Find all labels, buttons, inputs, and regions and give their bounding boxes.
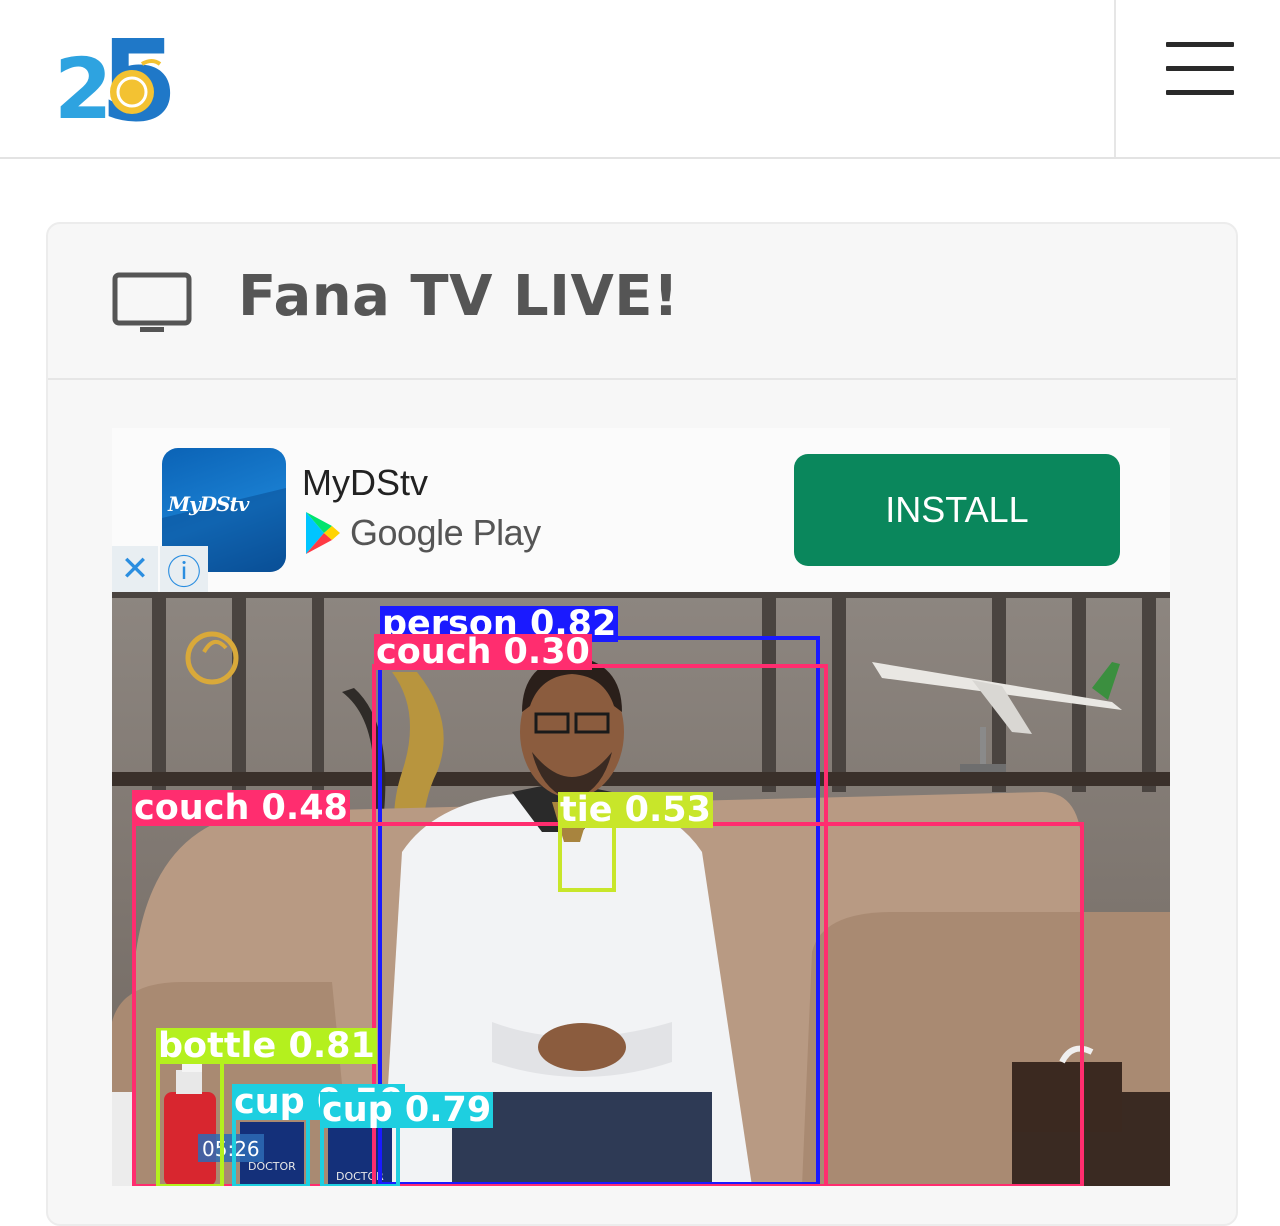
detection-label-cup: cup 0.79 [320, 1090, 494, 1130]
detection-label-tie: tie 0.53 [558, 790, 714, 830]
detection-label-bottle: bottle 0.81 [156, 1026, 377, 1066]
header-divider [1114, 0, 1116, 157]
detection-label-couch: couch 0.48 [132, 788, 350, 828]
hamburger-menu-icon[interactable] [1150, 30, 1250, 110]
app-icon-text: MyDStv [168, 492, 249, 516]
cup-label: DOCTOR [336, 1170, 384, 1183]
site-header: 2 5 [0, 0, 1280, 159]
info-glyph: ⓘ [167, 552, 201, 593]
ad-app-name[interactable]: MyDStv [302, 462, 428, 504]
page-title: Fana TV LIVE! [238, 264, 680, 329]
detection-label-couch: couch 0.30 [374, 632, 592, 672]
ad-info-icon[interactable]: ⓘ [160, 546, 208, 593]
ad-close-icon[interactable]: ✕ [112, 546, 158, 592]
ad-store-name: Google Play [350, 512, 541, 553]
ad-banner[interactable]: MyDStv MyDStv Google Play INSTALL [112, 428, 1170, 592]
install-button[interactable]: INSTALL [794, 454, 1120, 566]
close-glyph: ✕ [120, 549, 150, 589]
google-play-icon [304, 510, 340, 556]
anniversary-logo[interactable]: 2 5 [52, 12, 178, 147]
tv-icon [112, 272, 192, 336]
card-header: Fana TV LIVE! [48, 224, 1236, 380]
video-timestamp: 05:26 [202, 1137, 260, 1161]
